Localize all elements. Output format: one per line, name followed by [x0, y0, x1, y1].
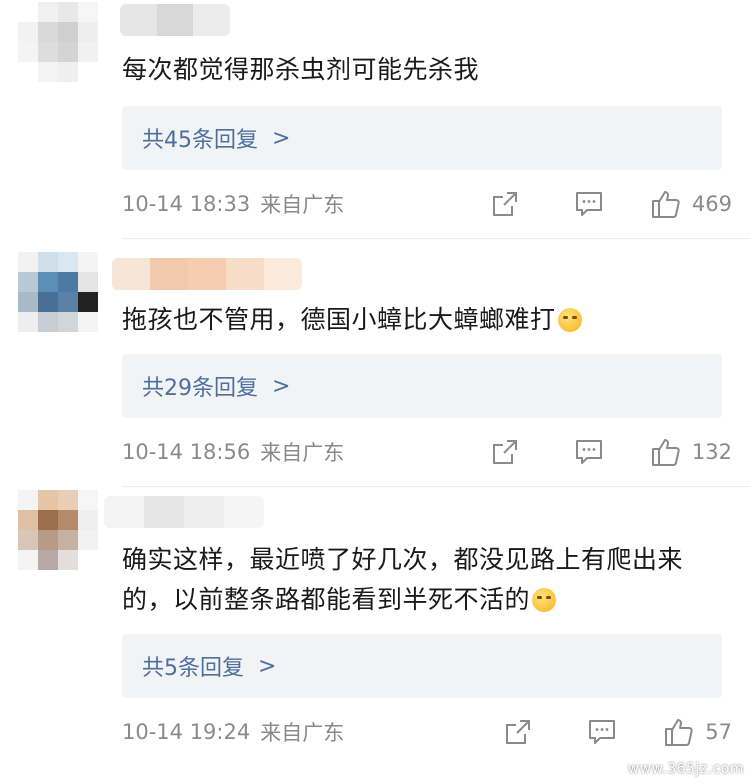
comment-text: 确实这样，最近喷了好几次，都没见路上有爬出来的，以前整条路都能看到半死不活的	[122, 540, 712, 620]
thumbs-up-icon	[651, 191, 680, 218]
like-count: 57	[705, 720, 732, 744]
divider	[122, 238, 750, 239]
timestamp: 10-14 18:33	[122, 192, 251, 216]
username-blurred[interactable]	[112, 258, 302, 290]
location-label: 来自广东	[260, 721, 345, 745]
emoji-icon	[557, 308, 582, 332]
chevron-right-icon: >	[272, 125, 291, 151]
view-replies-button[interactable]: 共5条回复 >	[122, 634, 722, 698]
timestamp: 10-14 18:56	[122, 440, 251, 464]
view-replies-button[interactable]: 共29条回复 >	[122, 354, 722, 418]
comment-text-content: 确实这样，最近喷了好几次，都没见路上有爬出来的，以前整条路都能看到半死不活的	[122, 545, 684, 614]
share-icon[interactable]	[501, 715, 535, 749]
username-blurred[interactable]	[120, 4, 230, 36]
like-button[interactable]: 57	[663, 716, 732, 748]
comment-actions: 57	[501, 715, 732, 749]
like-count: 132	[691, 440, 732, 464]
like-button[interactable]: 469	[650, 188, 732, 220]
timestamp: 10-14 19:24	[122, 720, 251, 744]
view-replies-button[interactable]: 共45条回复 >	[122, 106, 722, 170]
like-button[interactable]: 132	[650, 436, 732, 468]
share-icon[interactable]	[488, 435, 522, 469]
comment-meta: 10-14 18:33 来自广东 469	[122, 186, 732, 222]
comment-actions: 132	[488, 435, 732, 469]
avatar[interactable]	[18, 252, 98, 332]
thumbs-up-icon	[651, 439, 680, 466]
comment-text: 每次都觉得那杀虫剂可能先杀我	[122, 55, 480, 84]
location-label: 来自广东	[260, 193, 345, 217]
chevron-right-icon: >	[272, 373, 291, 399]
watermark: www.365jz.com	[627, 761, 744, 777]
reply-count-label: 共45条回复	[142, 128, 258, 153]
emoji-icon	[532, 588, 557, 612]
comment-text: 拖孩也不管用，德国小蟑比大蟑螂难打	[122, 300, 720, 340]
comment-actions: 469	[488, 187, 732, 221]
reply-count-label: 共5条回复	[142, 656, 244, 681]
share-icon[interactable]	[488, 187, 522, 221]
avatar[interactable]	[18, 490, 98, 570]
divider	[122, 486, 750, 487]
comment-icon[interactable]	[572, 435, 606, 469]
comment-meta: 10-14 19:24 来自广东 57	[122, 714, 732, 750]
comment-item: 拖孩也不管用，德国小蟑比大蟑螂难打 共29条回复 > 10-14 18:56 来…	[0, 250, 750, 485]
avatar[interactable]	[18, 2, 98, 82]
chevron-right-icon: >	[258, 653, 277, 679]
comment-item: 每次都觉得那杀虫剂可能先杀我 共45条回复 > 10-14 18:33 来自广东…	[0, 0, 750, 235]
comment-item: 确实这样，最近喷了好几次，都没见路上有爬出来的，以前整条路都能看到半死不活的 共…	[0, 490, 750, 783]
comment-icon[interactable]	[572, 187, 606, 221]
thumbs-up-icon	[665, 719, 693, 746]
comment-text-content: 拖孩也不管用，德国小蟑比大蟑螂难打	[122, 305, 556, 334]
username-blurred[interactable]	[104, 496, 264, 528]
comment-meta: 10-14 18:56 来自广东 132	[122, 434, 732, 470]
like-count: 469	[691, 192, 732, 216]
location-label: 来自广东	[260, 441, 345, 465]
comment-icon[interactable]	[585, 715, 619, 749]
reply-count-label: 共29条回复	[142, 376, 258, 401]
